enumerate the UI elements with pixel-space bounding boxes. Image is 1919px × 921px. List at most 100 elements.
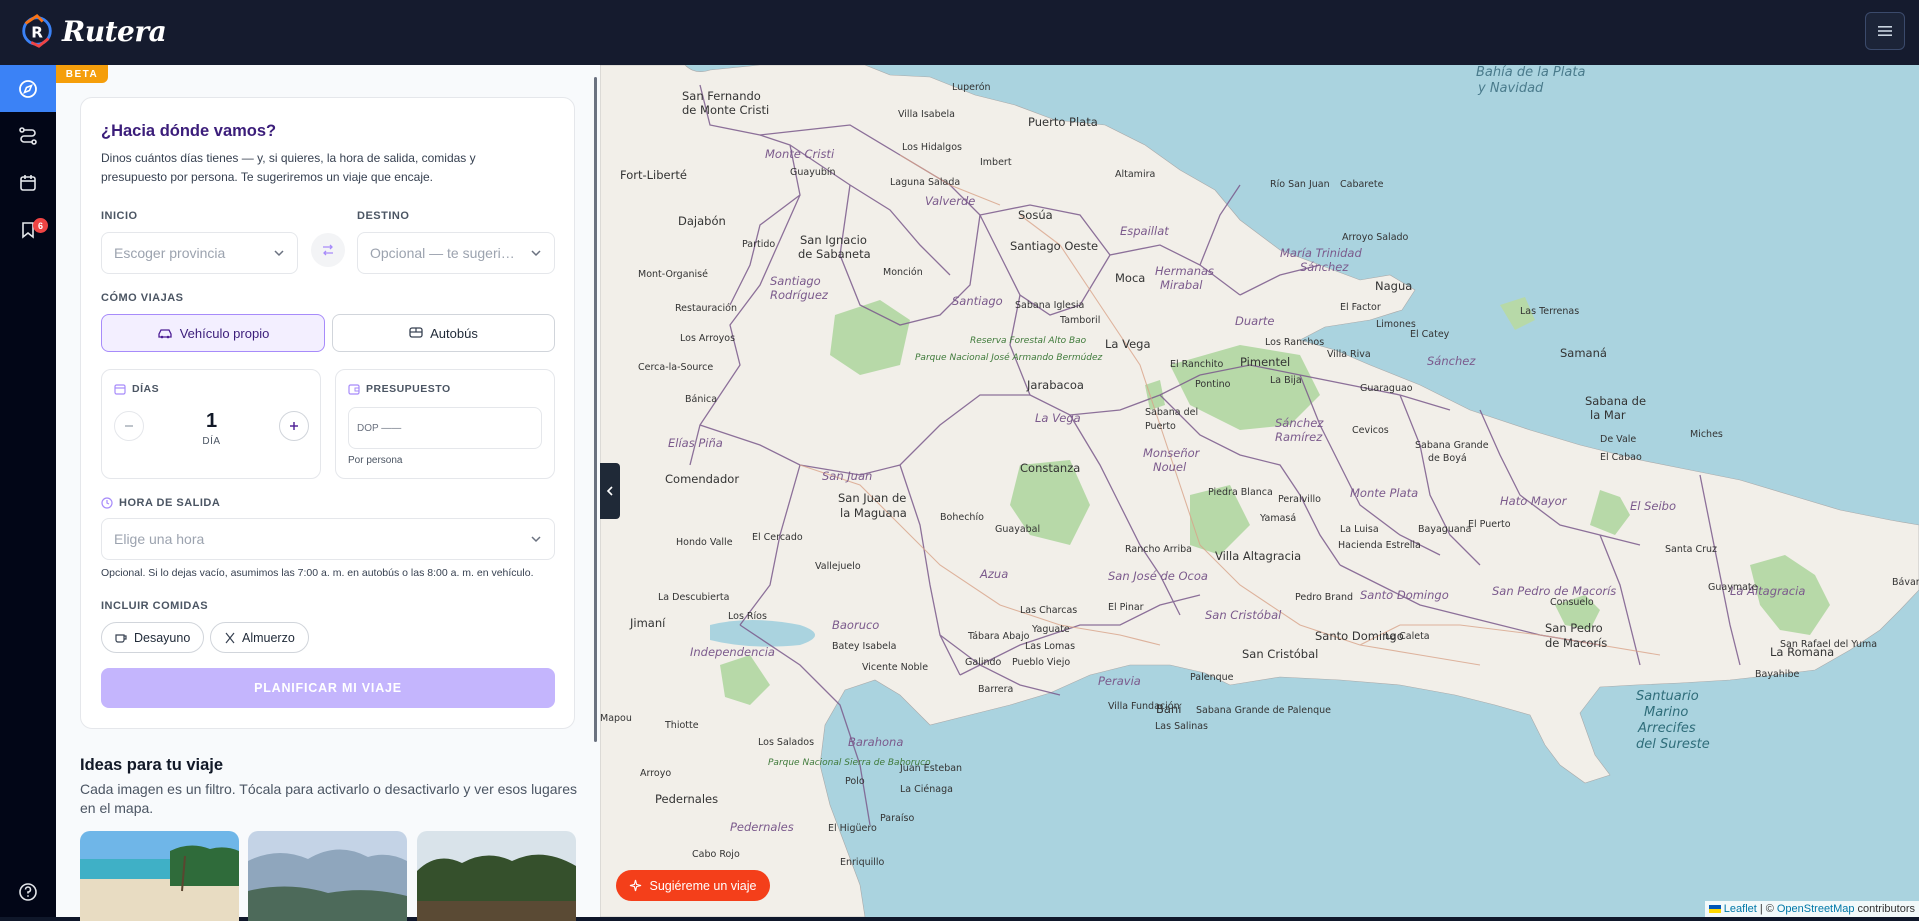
rail-routes[interactable] xyxy=(0,112,56,159)
map-label: Los Ríos xyxy=(728,611,767,622)
map-label: Cerca-la-Source xyxy=(638,362,713,373)
help-button[interactable] xyxy=(18,882,38,907)
map-label: Guaraguao xyxy=(1360,383,1413,394)
hamburger-icon xyxy=(1877,24,1893,38)
map-label: San Pedro de Macorís xyxy=(1492,584,1616,598)
days-label-row: DÍAS xyxy=(114,383,159,395)
map-label: Guaymate xyxy=(1708,582,1758,593)
map-label: Puerto xyxy=(1145,421,1176,432)
map-label: El Puerto xyxy=(1468,519,1511,530)
chevron-left-icon xyxy=(606,485,614,497)
map-label: San Cristóbal xyxy=(1242,647,1318,661)
map-label: Bayaguana xyxy=(1418,524,1472,535)
map-label: San Rafael del Yuma xyxy=(1780,639,1877,650)
rail-explore[interactable] xyxy=(0,65,56,112)
map-label: Thiotte xyxy=(664,720,699,731)
destination-placeholder: Opcional — te sugeri… xyxy=(370,245,515,261)
departure-time-select[interactable]: Elige una hora xyxy=(101,518,555,560)
menu-button[interactable] xyxy=(1865,12,1905,50)
map-label: Mirabal xyxy=(1160,278,1203,292)
map-label: Bánica xyxy=(685,394,717,405)
idea-card-beach[interactable] xyxy=(80,831,239,921)
map-label: Guayabal xyxy=(995,524,1040,535)
map-label: Arrecifes xyxy=(1637,721,1696,736)
map-label: Pueblo Viejo xyxy=(1012,657,1070,668)
beach-image xyxy=(80,831,239,921)
map-label: de Monte Cristi xyxy=(682,103,769,117)
rail-calendar[interactable] xyxy=(0,159,56,206)
map-label: El Cercado xyxy=(752,532,803,543)
leaflet-link[interactable]: Leaflet xyxy=(1724,903,1757,915)
map-label: San Cristóbal xyxy=(1205,608,1282,622)
map-label: San Fernando xyxy=(682,89,761,103)
map-label: De Vale xyxy=(1600,434,1636,445)
chevron-down-icon xyxy=(273,247,285,259)
map-label: Polo xyxy=(845,776,865,787)
map-label: Moca xyxy=(1115,271,1145,285)
mode-bus-button[interactable]: Autobús xyxy=(332,314,555,352)
map-label: Paraíso xyxy=(880,813,914,824)
map-label: Restauración xyxy=(675,303,737,314)
plan-trip-button[interactable]: PLANIFICAR MI VIAJE xyxy=(101,668,555,708)
meal-lunch-chip[interactable]: Almuerzo xyxy=(210,622,309,653)
budget-note: Por persona xyxy=(348,455,402,466)
collapse-panel-button[interactable] xyxy=(600,463,620,519)
map-label: Hermanas xyxy=(1155,264,1214,278)
days-increment-button[interactable] xyxy=(279,411,309,441)
idea-card-mountains[interactable] xyxy=(248,831,407,921)
destination-label: DESTINO xyxy=(357,210,409,222)
departure-label: HORA DE SALIDA xyxy=(119,497,220,509)
map-label: Las Terrenas xyxy=(1520,306,1579,317)
panel-scrollbar[interactable] xyxy=(594,77,597,742)
map-canvas[interactable]: Bahía de la Plata y Navidad Luperón Vill… xyxy=(600,65,1919,917)
map-label: Piedra Blanca xyxy=(1208,487,1273,498)
map-label: Yamasá xyxy=(1259,513,1296,524)
suggest-trip-label: Sugiéreme un viaje xyxy=(649,879,756,893)
map-label: Los Ranchos xyxy=(1265,337,1324,348)
map-label: Puerto Plata xyxy=(1028,115,1098,129)
suggest-trip-button[interactable]: Sugiéreme un viaje xyxy=(616,870,770,901)
saved-count-badge: 6 xyxy=(33,218,48,233)
map-label: la Maguana xyxy=(840,506,907,520)
svg-text:R: R xyxy=(31,24,43,42)
map-label: La Ciénaga xyxy=(900,784,953,795)
map-label: Monte Cristi xyxy=(765,147,835,161)
mode-car-button[interactable]: Vehículo propio xyxy=(101,314,325,352)
idea-card-forest[interactable] xyxy=(417,831,576,921)
flag-icon xyxy=(1709,905,1721,913)
map-label: Santa Cruz xyxy=(1665,544,1717,555)
map-label: Las Salinas xyxy=(1155,721,1208,732)
destination-select[interactable]: Opcional — te sugeri… xyxy=(357,232,555,274)
map-label: Luperón xyxy=(952,82,991,93)
chevron-down-icon xyxy=(530,247,542,259)
map-label: Yaguate xyxy=(1031,624,1070,635)
map-label: Los Salados xyxy=(758,737,814,748)
meal-breakfast-chip[interactable]: Desayuno xyxy=(101,622,204,653)
rail-saved[interactable] xyxy=(0,206,56,253)
mode-bus-label: Autobús xyxy=(430,326,478,341)
sidebar-rail: 6 xyxy=(0,65,56,917)
map-label: Bohechío xyxy=(940,512,984,523)
map-label: y Navidad xyxy=(1477,81,1544,96)
map-label: Los Arroyos xyxy=(680,333,735,344)
top-bar: R Rutera xyxy=(0,0,1919,65)
days-card: DÍAS 1 DÍA xyxy=(101,369,321,479)
map-view[interactable]: Bahía de la Plata y Navidad Luperón Vill… xyxy=(600,65,1919,917)
map-label: Sabana Iglesia xyxy=(1015,300,1084,311)
swap-button[interactable] xyxy=(311,233,345,267)
map-label: Nagua xyxy=(1375,279,1412,293)
map-label: Santuario xyxy=(1636,689,1699,704)
app-logo[interactable]: R Rutera xyxy=(18,12,166,50)
budget-label: PRESUPUESTO xyxy=(366,383,451,395)
map-label: Tábara Abajo xyxy=(967,631,1030,642)
chevron-down-icon xyxy=(530,533,542,545)
map-label: Valverde xyxy=(925,194,975,208)
budget-input[interactable]: DOP —— xyxy=(348,407,542,449)
map-label: María Trinidad xyxy=(1280,246,1362,260)
map-label: Santo Domingo xyxy=(1360,588,1449,602)
map-attribution: Leaflet | © OpenStreetMap contributors xyxy=(1705,901,1919,917)
osm-link[interactable]: OpenStreetMap xyxy=(1777,903,1855,915)
origin-select[interactable]: Escoger provincia xyxy=(101,232,298,274)
map-label: Fort-Liberté xyxy=(620,168,687,182)
wallet-icon xyxy=(348,383,360,395)
